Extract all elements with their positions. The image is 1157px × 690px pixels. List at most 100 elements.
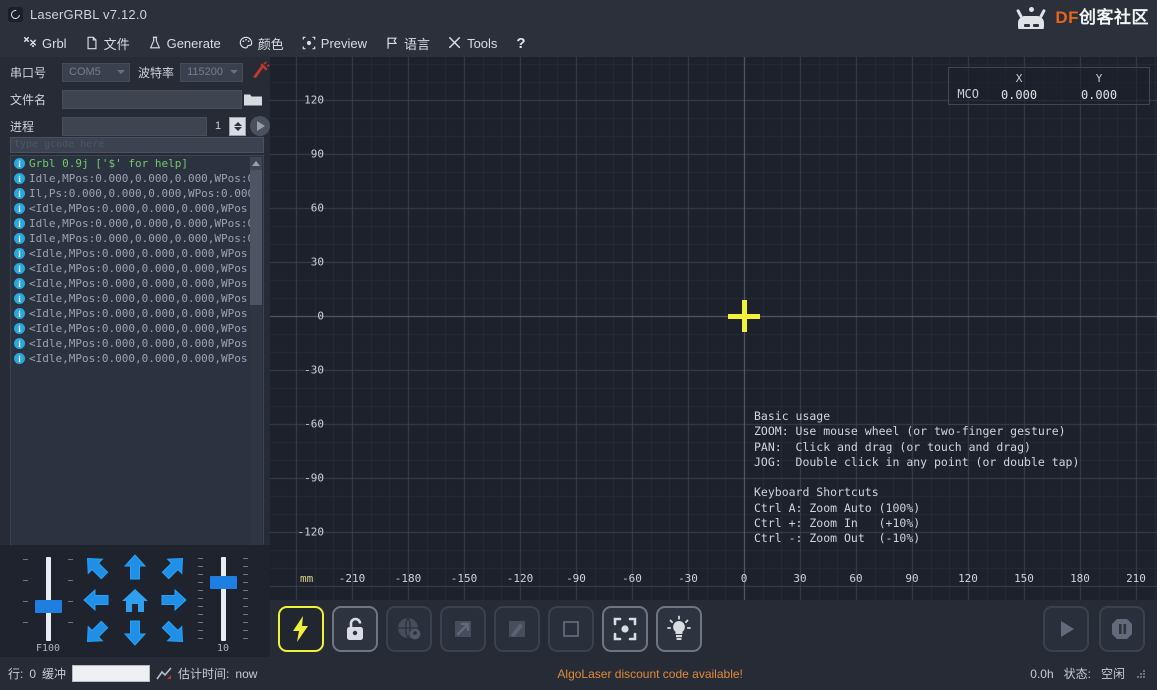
- repeat-count-value[interactable]: 1: [207, 116, 229, 136]
- console-log-line: i Grbl 0.9j ['$' for help]: [11, 156, 263, 171]
- progress-label: 进程: [10, 119, 35, 134]
- info-icon: i: [14, 158, 25, 169]
- port-value: COM5: [69, 66, 101, 78]
- console-log-line: i <Idle,MPos:0.000,0.000,0.000,WPos:…: [11, 321, 263, 336]
- pause-button: [1099, 605, 1145, 652]
- resize-grip-icon[interactable]: [1135, 668, 1147, 680]
- console-log-line: i Idle,MPos:0.000,0.000,0.000,WPos:0…: [11, 216, 263, 231]
- info-icon: i: [14, 338, 25, 349]
- play-icon: [257, 121, 265, 131]
- console-log-line: i <Idle,MPos:0.000,0.000,0.000,WPos:…: [11, 291, 263, 306]
- mco-y-value: 0.000: [1080, 88, 1118, 102]
- info-icon: i: [14, 323, 25, 334]
- action-toolbar: [270, 600, 1157, 657]
- jog-left-button[interactable]: [76, 583, 115, 616]
- menu-label: Generate: [166, 35, 221, 51]
- y-axis-tick: 0: [317, 309, 324, 323]
- menu-item-tools[interactable]: Tools: [439, 33, 506, 54]
- jog-home-button[interactable]: [115, 583, 154, 616]
- jog-up-left-button[interactable]: [76, 550, 115, 583]
- play-button: [1043, 605, 1089, 652]
- x-axis-tick: -120: [506, 572, 534, 585]
- step-slider[interactable]: 10: [195, 555, 251, 654]
- info-icon: i: [14, 218, 25, 229]
- lightning-icon: [293, 615, 308, 642]
- x-axis-tick: 0: [740, 572, 748, 585]
- scroll-up-icon[interactable]: [250, 157, 262, 170]
- feed-slider[interactable]: F100: [20, 555, 76, 654]
- tools-icon: [449, 37, 461, 49]
- wrench-icon: [23, 36, 37, 48]
- info-icon: i: [14, 263, 25, 274]
- eta-label: 估计时间:: [178, 667, 230, 681]
- arrow-down-left-icon: [86, 620, 109, 643]
- y-axis-tick: 90: [310, 147, 324, 161]
- home-icon: [121, 588, 148, 612]
- globe-pin-icon: [398, 617, 421, 639]
- port-select[interactable]: COM5: [62, 62, 131, 82]
- step-slider-thumb[interactable]: [210, 576, 237, 589]
- play-icon: [1061, 620, 1074, 637]
- console-log[interactable]: i Grbl 0.9j ['$' for help] i Idle,MPos:0.00…: [10, 155, 264, 600]
- x-axis-tick: 180: [1070, 572, 1090, 585]
- origin-crosshair-marker: [728, 300, 760, 332]
- jog-down-right-button[interactable]: [155, 617, 194, 650]
- frame-loop-button: [548, 605, 594, 652]
- console-scrollbar[interactable]: [250, 157, 262, 599]
- gcode-input[interactable]: type gcode here: [10, 137, 264, 153]
- line-label: 行:: [8, 667, 24, 681]
- return-home-button: [386, 605, 432, 652]
- progress-row: 进程 1: [0, 114, 270, 138]
- menu-item-help[interactable]: ?: [506, 34, 535, 53]
- menu-item-grbl[interactable]: Grbl: [14, 33, 76, 54]
- console-log-line: i <Idle,MPos:0.000,0.000,0.000,WPos:…: [11, 201, 263, 216]
- scrollbar-thumb[interactable]: [250, 170, 262, 305]
- baud-value: 115200: [187, 66, 223, 78]
- console-log-line: i <Idle,MPos:0.000,0.000,0.000,WPos:…: [11, 351, 263, 366]
- baud-select[interactable]: 115200: [180, 62, 243, 82]
- state-value: 空闲: [1100, 667, 1125, 681]
- filename-input[interactable]: [62, 89, 242, 109]
- x-axis-tick: 120: [958, 572, 978, 585]
- pencil-icon: [509, 620, 525, 637]
- workspace-canvas[interactable]: MCO X 0.000 Y 0.000 Basic usage ZOOM: Us…: [270, 57, 1157, 600]
- lasergrbl-window: LaserGRBL v7.12.0 DF创客社区 mc.DFRobot.com.…: [0, 0, 1157, 690]
- info-icon: i: [14, 203, 25, 214]
- info-icon: i: [14, 278, 25, 289]
- brand-prefix: DF: [1055, 7, 1079, 27]
- jog-down-left-button[interactable]: [76, 617, 115, 650]
- jog-panel: F100 10: [0, 545, 270, 660]
- mco-x-value: 0.000: [1000, 88, 1038, 102]
- unlock-button[interactable]: [332, 605, 378, 652]
- jog-up-button[interactable]: [115, 550, 154, 583]
- pause-icon: [1112, 618, 1132, 639]
- feed-slider-thumb[interactable]: [35, 600, 62, 613]
- jog-up-right-button[interactable]: [155, 550, 194, 583]
- menu-label: 文件: [103, 36, 130, 52]
- jog-down-button[interactable]: [115, 617, 154, 650]
- light-button[interactable]: [656, 605, 702, 652]
- repeat-count-stepper[interactable]: [229, 116, 246, 136]
- menu-label: 语言: [404, 36, 431, 52]
- disconnect-icon[interactable]: [248, 61, 270, 83]
- file-icon: [87, 36, 97, 50]
- connection-row: 串口号 COM5 波特率 115200: [0, 60, 270, 84]
- menu-item-preview[interactable]: Preview: [293, 33, 376, 54]
- menu-item-color[interactable]: 颜色: [230, 31, 293, 56]
- laser-power-button[interactable]: [278, 605, 324, 652]
- promo-message[interactable]: AlgoLaser discount code available!: [270, 667, 1030, 681]
- arrow-left-icon: [82, 588, 109, 612]
- brand-name-cn: 创客社区: [1079, 7, 1149, 27]
- console-log-line: i <Idle,MPos:0.000,0.000,0.000,WPos:…: [11, 306, 263, 321]
- run-button[interactable]: [250, 116, 270, 136]
- info-icon: i: [14, 293, 25, 304]
- folder-icon[interactable]: [242, 90, 264, 109]
- y-axis-tick: -60: [304, 417, 324, 431]
- menu-item-generate[interactable]: Generate: [139, 33, 230, 54]
- arrow-up-icon: [123, 553, 147, 580]
- jog-right-button[interactable]: [155, 583, 194, 616]
- x-axis-tick: 60: [849, 572, 863, 585]
- focus-button[interactable]: [602, 605, 648, 652]
- menu-item-file[interactable]: 文件: [76, 31, 139, 56]
- menu-item-language[interactable]: 语言: [376, 31, 439, 56]
